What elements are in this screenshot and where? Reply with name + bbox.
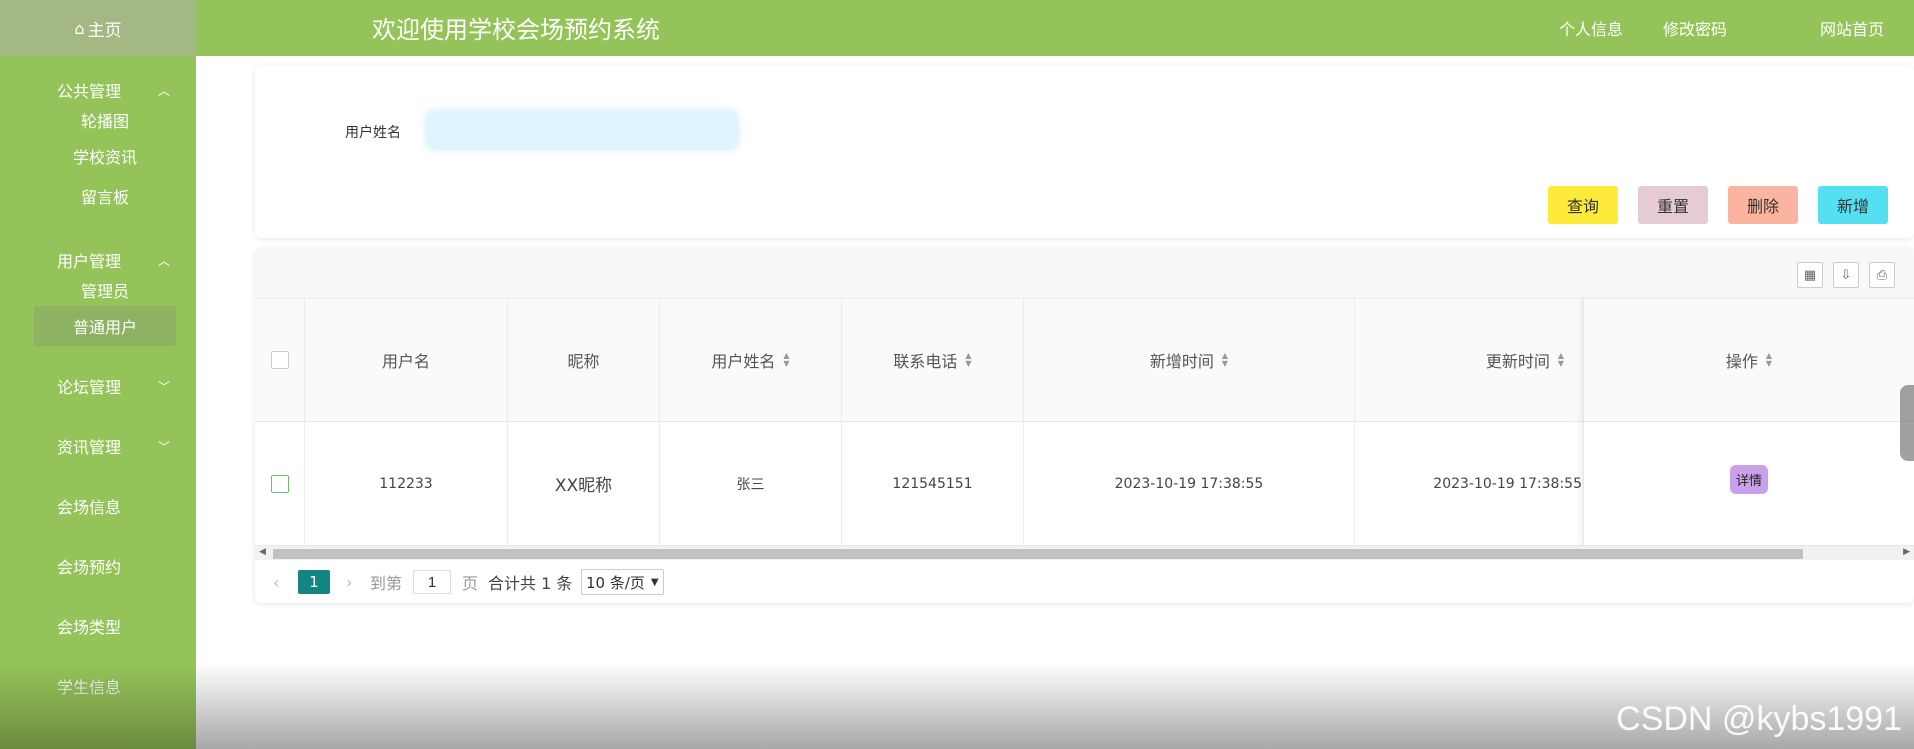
- cell-created: 2023-10-19 17:38:55: [1024, 422, 1355, 545]
- menu-group-venue-type: 会场类型: [0, 606, 196, 646]
- column-header-phone[interactable]: 联系电话 ▲ ▼: [842, 299, 1024, 421]
- column-header-nickname[interactable]: 昵称: [508, 299, 660, 421]
- column-header-label: 用户名: [381, 352, 430, 371]
- cell-username: 112233: [305, 422, 508, 545]
- cell-action: 详情: [1584, 422, 1914, 546]
- select-all-cell: [255, 299, 305, 421]
- menu-title-forum[interactable]: 论坛管理 ﹀: [0, 366, 196, 406]
- menu-group-users: 用户管理 ︿ 管理员 普通用户: [0, 240, 196, 346]
- cell-nickname: XX昵称: [508, 422, 660, 545]
- sidebar-item-message-board[interactable]: 留言板: [34, 176, 176, 216]
- scrollbar-thumb[interactable]: [273, 549, 1803, 559]
- add-button[interactable]: 新增: [1818, 186, 1888, 224]
- cell-phone: 121545151: [842, 422, 1024, 545]
- search-label: 用户姓名: [345, 125, 401, 141]
- export-icon[interactable]: ⇩: [1833, 262, 1859, 288]
- table-panel: ▦ ⇩ ⎙ 用户名 昵称 用户姓名 ▲ ▼ 联系电话 ▲ ▼ 新增时间 ▲ ▼ 更新时…: [255, 248, 1914, 603]
- columns-icon[interactable]: ▦: [1797, 262, 1823, 288]
- sidebar-item-normal-user[interactable]: 普通用户: [34, 306, 176, 346]
- sort-icon[interactable]: ▲ ▼: [783, 352, 789, 368]
- cell-updated: 2023-10-19 17:38:55: [1355, 422, 1585, 545]
- table-toolbar: ▦ ⇩ ⎙: [255, 248, 1914, 298]
- total-count: 合计共 1 条: [488, 574, 573, 593]
- menu-title-venue-info[interactable]: 会场信息: [0, 486, 196, 526]
- next-page-icon[interactable]: ›: [346, 570, 352, 594]
- column-header-created[interactable]: 新增时间 ▲ ▼: [1024, 299, 1355, 421]
- menu-group-news: 资讯管理 ﹀: [0, 426, 196, 466]
- column-header-label: 昵称: [567, 352, 600, 371]
- print-icon[interactable]: ⎙: [1869, 262, 1895, 288]
- row-checkbox[interactable]: [270, 474, 289, 493]
- page-unit-label: 页: [462, 574, 479, 593]
- delete-button[interactable]: 删除: [1728, 186, 1798, 224]
- menu-title-news[interactable]: 资讯管理 ﹀: [0, 426, 196, 466]
- column-header-label: 用户姓名: [711, 352, 776, 371]
- column-header-updated[interactable]: 更新时间 ▲ ▼: [1355, 299, 1585, 421]
- menu-title-label: 用户管理: [57, 252, 122, 271]
- column-header-label: 更新时间: [1485, 352, 1550, 371]
- chevron-up-icon: ︿: [158, 253, 171, 268]
- page-size-select[interactable]: 10 条/页 ▼: [581, 569, 664, 595]
- menu-group-forum: 论坛管理 ﹀: [0, 366, 196, 406]
- sort-icon[interactable]: ▲ ▼: [1222, 352, 1228, 368]
- menu-title-label: 资讯管理: [57, 438, 122, 457]
- menu-group-student-info: 学生信息: [0, 666, 196, 706]
- goto-label: 到第: [370, 574, 403, 593]
- menu-group-public: 公共管理 ︿ 轮播图 学校资讯 留言板: [0, 70, 196, 216]
- fixed-action-column: 操作 ▲ ▼ 详情: [1583, 298, 1914, 546]
- detail-button[interactable]: 详情: [1729, 465, 1768, 494]
- menu-group-venue-info: 会场信息: [0, 486, 196, 526]
- sidebar-home[interactable]: ⌂ 主页: [0, 0, 196, 56]
- scroll-right-icon[interactable]: ▶: [1903, 547, 1910, 557]
- horizontal-scrollbar[interactable]: ◀ ▶: [255, 546, 1914, 560]
- menu-title-public[interactable]: 公共管理 ︿: [0, 70, 196, 110]
- reset-button[interactable]: 重置: [1638, 186, 1708, 224]
- chevron-down-icon: ﹀: [158, 379, 171, 394]
- home-icon: ⌂: [74, 18, 85, 38]
- menu-title-student-info[interactable]: 学生信息: [0, 666, 196, 706]
- sort-icon[interactable]: ▲ ▼: [1558, 352, 1564, 368]
- menu-group-venue-booking: 会场预约: [0, 546, 196, 586]
- column-header-label: 新增时间: [1149, 352, 1214, 371]
- scroll-left-icon[interactable]: ◀: [259, 547, 266, 557]
- sort-icon[interactable]: ▲ ▼: [965, 352, 971, 368]
- chevron-up-icon: ︿: [158, 83, 171, 98]
- chevron-down-icon: ▼: [650, 576, 659, 588]
- row-select-cell: [255, 422, 305, 545]
- column-header-username[interactable]: 用户名: [305, 299, 508, 421]
- column-header-label: 操作: [1725, 352, 1758, 371]
- select-all-checkbox[interactable]: [270, 351, 289, 369]
- sidebar-home-label: 主页: [87, 20, 122, 41]
- chevron-down-icon: ﹀: [158, 439, 171, 454]
- page-size-value: 10 条/页: [586, 573, 645, 592]
- sort-icon[interactable]: ▲ ▼: [1766, 352, 1772, 368]
- sidebar-item-school-news[interactable]: 学校资讯: [34, 136, 176, 176]
- query-button[interactable]: 查询: [1548, 186, 1618, 224]
- column-header-realname[interactable]: 用户姓名 ▲ ▼: [660, 299, 842, 421]
- menu-title-users[interactable]: 用户管理 ︿: [0, 240, 196, 280]
- personal-info-link[interactable]: 个人信息: [1559, 16, 1623, 40]
- goto-page-input[interactable]: [413, 570, 451, 594]
- sidebar: ⌂ 主页 公共管理 ︿ 轮播图 学校资讯 留言板 用户管理 ︿ 管理员 普通用户…: [0, 0, 196, 749]
- column-header-action[interactable]: 操作 ▲ ▼: [1584, 298, 1914, 422]
- menu-title-label: 论坛管理: [57, 378, 122, 397]
- top-bar: 欢迎使用学校会场预约系统 个人信息 修改密码 网站首页: [196, 0, 1914, 56]
- cell-realname: 张三: [660, 422, 842, 545]
- menu-title-venue-type[interactable]: 会场类型: [0, 606, 196, 646]
- page-title: 欢迎使用学校会场预约系统: [372, 16, 660, 44]
- side-drawer-handle[interactable]: [1900, 385, 1914, 461]
- site-home-link[interactable]: 网站首页: [1820, 16, 1884, 40]
- search-panel: 用户姓名 查询 重置 删除 新增: [255, 66, 1914, 238]
- search-input[interactable]: [427, 112, 737, 148]
- current-page[interactable]: 1: [298, 570, 330, 594]
- menu-title-label: 公共管理: [57, 82, 122, 101]
- watermark: CSDN @kybs1991: [1616, 700, 1902, 738]
- prev-page-icon[interactable]: ‹: [273, 570, 279, 594]
- menu-title-venue-booking[interactable]: 会场预约: [0, 546, 196, 586]
- pagination: ‹ 1 › 到第 页 合计共 1 条 10 条/页 ▼: [255, 566, 1914, 598]
- column-header-label: 联系电话: [893, 352, 958, 371]
- change-password-link[interactable]: 修改密码: [1663, 16, 1727, 40]
